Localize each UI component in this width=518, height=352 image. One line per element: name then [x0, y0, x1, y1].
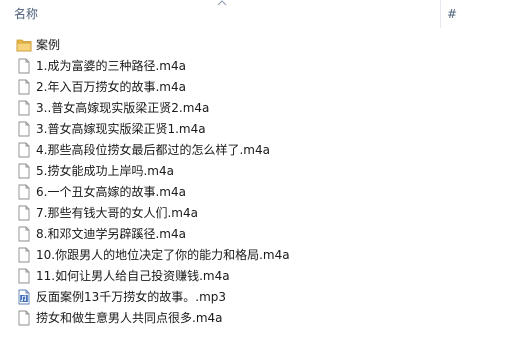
- file-icon: [16, 310, 32, 326]
- file-row[interactable]: 6.一个丑女高嫁的故事.m4a: [0, 181, 518, 202]
- folder-icon: [16, 37, 32, 53]
- file-row[interactable]: 3.普女高嫁现实版梁正贤1.m4a: [0, 118, 518, 139]
- file-name: 8.和邓文迪学另辟蹊径.m4a: [36, 226, 186, 241]
- file-row[interactable]: 4.那些高段位捞女最后都过的怎么样了.m4a: [0, 139, 518, 160]
- file-row[interactable]: 反面案例13千万捞女的故事。.mp3: [0, 286, 518, 307]
- file-row[interactable]: 7.那些有钱大哥的女人们.m4a: [0, 202, 518, 223]
- file-name: 10.你跟男人的地位决定了你的能力和格局.m4a: [36, 247, 290, 262]
- file-name: 3.普女高嫁现实版梁正贤1.m4a: [36, 121, 206, 136]
- folder-row[interactable]: 案例: [0, 34, 518, 55]
- file-icon: [16, 58, 32, 74]
- file-name: 5.捞女能成功上岸吗.m4a: [36, 163, 174, 178]
- file-name: 捞女和做生意男人共同点很多.m4a: [36, 310, 223, 325]
- file-row[interactable]: 5.捞女能成功上岸吗.m4a: [0, 160, 518, 181]
- file-icon: [16, 163, 32, 179]
- file-icon: [16, 79, 32, 95]
- file-name: 7.那些有钱大哥的女人们.m4a: [36, 205, 198, 220]
- file-row[interactable]: 11.如何让男人给自己投资赚钱.m4a: [0, 265, 518, 286]
- file-list: 案例 1.成为富婆的三种路径.m4a 2.年入百万捞女的故事.m4a 3..普女高嫁现…: [0, 34, 518, 328]
- file-name: 2.年入百万捞女的故事.m4a: [36, 79, 186, 94]
- audio-file-icon: [16, 289, 32, 305]
- column-header: 名称 #: [0, 0, 518, 28]
- file-row[interactable]: 2.年入百万捞女的故事.m4a: [0, 76, 518, 97]
- file-icon: [16, 142, 32, 158]
- file-row[interactable]: 10.你跟男人的地位决定了你的能力和格局.m4a: [0, 244, 518, 265]
- file-name: 案例: [36, 37, 61, 52]
- file-icon: [16, 268, 32, 284]
- file-icon: [16, 121, 32, 137]
- file-icon: [16, 205, 32, 221]
- file-name: 6.一个丑女高嫁的故事.m4a: [36, 184, 186, 199]
- file-row[interactable]: 8.和邓文迪学另辟蹊径.m4a: [0, 223, 518, 244]
- number-column-header[interactable]: #: [441, 0, 518, 28]
- file-name: 3..普女高嫁现实版梁正贤2.m4a: [36, 100, 210, 115]
- file-row[interactable]: 1.成为富婆的三种路径.m4a: [0, 55, 518, 76]
- file-icon: [16, 184, 32, 200]
- file-row[interactable]: 捞女和做生意男人共同点很多.m4a: [0, 307, 518, 328]
- file-name: 1.成为富婆的三种路径.m4a: [36, 58, 186, 73]
- file-icon: [16, 100, 32, 116]
- file-name: 反面案例13千万捞女的故事。.mp3: [36, 289, 227, 304]
- sort-ascending-icon: [217, 0, 227, 6]
- file-row[interactable]: 3..普女高嫁现实版梁正贤2.m4a: [0, 97, 518, 118]
- file-icon: [16, 226, 32, 242]
- file-explorer-window: 名称 # 案例 1.成为富婆的三种路径.m4a 2.年入百万捞女的故事.m4a 3..…: [0, 0, 518, 352]
- file-name: 11.如何让男人给自己投资赚钱.m4a: [36, 268, 230, 283]
- file-icon: [16, 247, 32, 263]
- file-name: 4.那些高段位捞女最后都过的怎么样了.m4a: [36, 142, 270, 157]
